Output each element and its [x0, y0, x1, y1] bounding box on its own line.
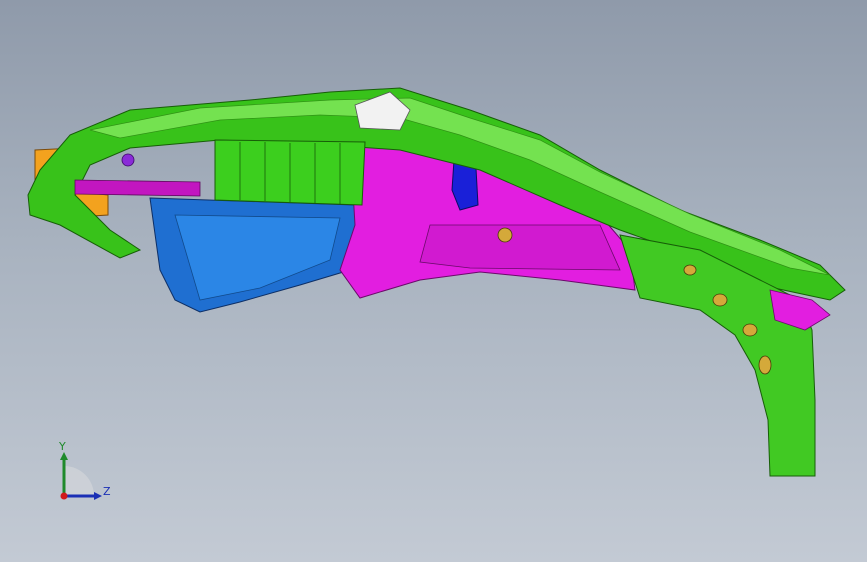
axis-triad: Y Z [50, 440, 120, 510]
3d-model-view[interactable] [0, 0, 867, 562]
panel-hole [497, 227, 513, 243]
rail-hole [121, 153, 135, 167]
cad-viewport[interactable]: Y Z [0, 0, 867, 562]
y-axis-label: Y [59, 440, 66, 453]
axis-plane [64, 466, 94, 496]
inner-panel-lower [419, 224, 621, 271]
z-axis-arrow [94, 492, 102, 500]
y-axis-arrow [60, 452, 68, 460]
z-axis-label: Z [103, 485, 111, 498]
wheelhouse-detail [174, 214, 341, 301]
origin-dot [60, 492, 68, 500]
magenta-strip [74, 179, 201, 197]
